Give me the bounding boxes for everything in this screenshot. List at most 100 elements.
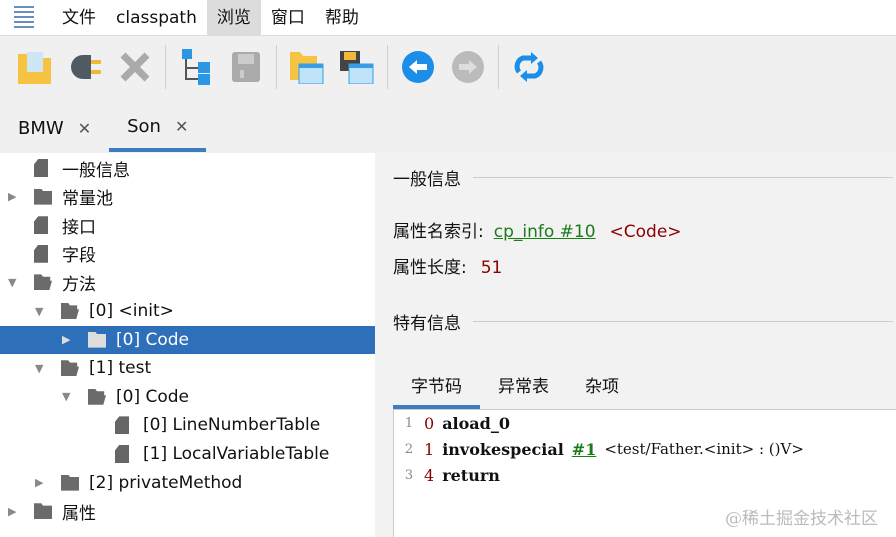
toolbar-separator [498,45,499,89]
opcode: aload_0 [442,413,510,433]
folder-icon [61,474,79,491]
folder-icon [34,503,52,520]
save-icon[interactable] [226,47,266,87]
tree-node[interactable]: 一般信息 [0,154,375,182]
open-icon[interactable] [15,47,55,87]
detail-panel: 一般信息 属性名索引: cp_info #10 <Code> 属性长度: 51 特有信… [375,153,896,537]
folder-icon [61,303,79,319]
tab-misc[interactable]: 杂项 [567,369,637,409]
tab-label: Son [127,115,161,137]
tree-node-label: 常量池 [62,189,113,210]
collapse-arrow-icon[interactable]: ▼ [62,390,70,403]
close-tab-icon[interactable]: ✕ [175,117,188,136]
tree-node[interactable]: [0] LineNumberTable [0,411,375,439]
menu-browse[interactable]: 浏览 [206,0,261,36]
code-line: 3 4 return [394,462,896,488]
bytecode-offset: 4 [424,465,435,485]
name-index-row: 属性名索引: cp_info #10 <Code> [393,217,682,242]
bytecode-view[interactable]: 1 0 aload_0 2 1 invokespecial #1 <test/Father.<… [393,409,896,537]
tree-icon[interactable] [176,47,216,87]
specific-info-section: 特有信息 [393,309,893,334]
tree-node[interactable]: ▼ [1] test [0,354,375,382]
tree-node[interactable]: ▶ [2] privateMethod [0,469,375,497]
section-title: 特有信息 [393,314,461,334]
line-number: 2 [404,441,414,457]
length-row: 属性长度: 51 [393,253,502,278]
section-title: 一般信息 [393,170,461,190]
tree-node-label: 一般信息 [62,160,130,181]
tree-node-label: [0] Code [116,329,190,350]
expand-arrow-icon[interactable]: ▶ [35,476,43,489]
general-info-section: 一般信息 [393,165,893,190]
expand-arrow-icon[interactable]: ▶ [8,190,16,203]
plug-icon[interactable] [65,47,105,87]
tree-node-label: [0] <init> [89,301,174,321]
code-line: 2 1 invokespecial #1 <test/Father.<init> : (… [394,436,896,462]
folder-icon [88,331,106,348]
tree-node[interactable]: 字段 [0,240,375,268]
file-icon [34,244,48,263]
tree-node-label: [0] LineNumberTable [143,415,321,436]
tree-node[interactable]: ▶ [0] Code [0,325,375,354]
menu-file[interactable]: 文件 [52,0,106,36]
code-comment: <test/Father.<init> : ()V> [604,440,804,458]
field-value: 51 [480,258,503,278]
expand-arrow-icon[interactable]: ▶ [62,333,70,346]
file-icon [115,416,129,435]
field-value: <Code> [609,222,682,242]
structure-tree[interactable]: 一般信息 ▶ 常量池接口字段 ▼ 方法 ▼ [0] <init> ▶ [0] Code ▼ [1] … [0,153,375,537]
forward-icon[interactable] [448,47,488,87]
watermark: @稀土掘金技术社区 [725,509,878,529]
tab-exception-table[interactable]: 异常表 [480,369,567,409]
close-tab-icon[interactable]: ✕ [78,119,91,138]
tree-node[interactable]: ▶ 属性 [0,497,375,525]
line-number: 1 [404,415,414,431]
tree-node-label: 字段 [62,246,96,267]
bytecode-offset: 1 [424,439,435,459]
field-label: 属性长度: [393,258,467,278]
file-icon [34,159,48,177]
collapse-arrow-icon[interactable]: ▼ [35,362,43,375]
folder-icon [34,188,52,205]
tab-label: BMW [18,117,64,139]
open-window-icon[interactable] [287,47,327,87]
back-icon[interactable] [398,47,438,87]
cp-info-link[interactable]: cp_info #10 [494,222,596,242]
tree-node[interactable]: 接口 [0,211,375,239]
save-window-icon[interactable] [337,47,377,87]
collapse-arrow-icon[interactable]: ▼ [8,276,16,289]
constant-pool-link[interactable]: #1 [572,440,597,459]
tab-bytecode[interactable]: 字节码 [393,369,480,409]
subtabs: 字节码 异常表 杂项 [393,369,637,409]
tree-node[interactable]: ▶ 常量池 [0,183,375,211]
tree-node-label: 方法 [62,274,96,295]
field-label: 属性名索引: [393,222,484,242]
file-tabs: BMW ✕ Son ✕ [0,104,207,152]
expand-arrow-icon[interactable]: ▶ [8,505,16,518]
tab-bmw[interactable]: BMW ✕ [0,104,109,152]
tree-node[interactable]: ▼ [0] <init> [0,297,375,325]
refresh-icon[interactable] [509,47,549,87]
menu-window[interactable]: 窗口 [261,0,315,36]
opcode: invokespecial [442,439,564,459]
collapse-arrow-icon[interactable]: ▼ [35,305,43,318]
tree-node-label: 接口 [62,217,96,238]
tree-node-label: 属性 [62,503,96,524]
tree-node[interactable]: [1] LocalVariableTable [0,440,375,468]
toolbar-separator [276,45,277,89]
opcode: return [442,465,500,485]
menu-help[interactable]: 帮助 [315,0,369,36]
toolbar [0,37,554,97]
tree-node-label: [1] test [89,358,152,379]
folder-icon [61,360,79,377]
folder-icon [88,388,106,405]
close-icon[interactable] [115,47,155,87]
tree-node-label: [0] Code [116,386,190,407]
tab-son[interactable]: Son ✕ [109,104,207,152]
menu-bar: 文件 classpath 浏览 窗口 帮助 [0,0,896,36]
tree-node[interactable]: ▼ 方法 [0,268,375,296]
app-icon [14,5,34,30]
tree-node[interactable]: ▼ [0] Code [0,383,375,411]
file-icon [34,216,48,235]
menu-classpath[interactable]: classpath [106,0,207,36]
